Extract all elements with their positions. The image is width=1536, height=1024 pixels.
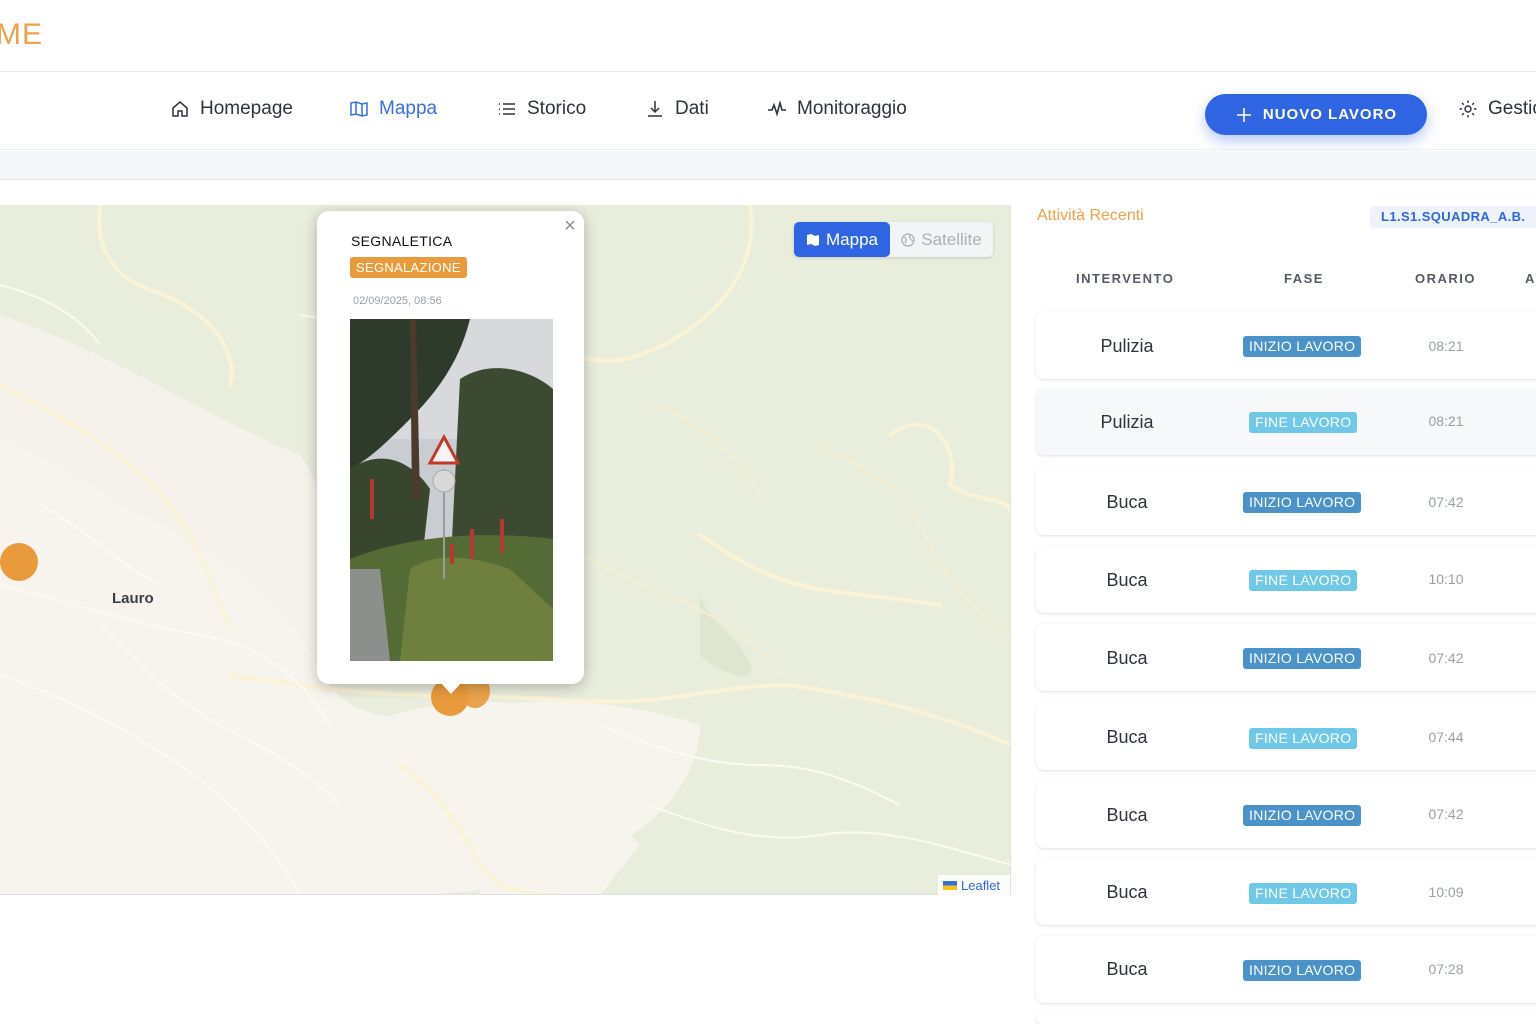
row-time: 08:21 <box>1428 338 1464 354</box>
row-intervento: Pulizia <box>1100 336 1154 356</box>
row-time: 07:42 <box>1428 806 1464 822</box>
nav-item-homepage[interactable]: Homepage <box>170 98 293 120</box>
row-time: 07:42 <box>1428 650 1464 666</box>
row-intervento: Pulizia <box>1100 412 1154 432</box>
map-marker[interactable] <box>0 543 38 581</box>
gear-icon <box>1459 100 1477 118</box>
new-job-label: NUOVO LAVORO <box>1262 106 1398 123</box>
phase-badge: FINE LAVORO <box>1249 570 1358 591</box>
recent-activity-title: Attività Recenti <box>1037 207 1144 224</box>
nav-label: Monitoraggio <box>797 98 907 119</box>
phase-badge: INIZIO LAVORO <box>1243 336 1362 357</box>
top-bar: ME <box>0 0 1536 72</box>
row-time: 10:10 <box>1428 571 1464 587</box>
nav-label: Homepage <box>200 98 293 119</box>
row-intervento: Buca <box>1106 727 1148 747</box>
app-logo[interactable]: ME <box>0 18 43 52</box>
row-intervento: Buca <box>1106 882 1148 902</box>
row-intervento: Buca <box>1106 570 1148 590</box>
nav-label: Storico <box>527 98 587 119</box>
column-header-intervento[interactable]: INTERVENTO <box>1076 271 1174 286</box>
sub-bar <box>0 151 1536 180</box>
team-badge[interactable]: L1.S1.SQUADRA_A.B. <box>1370 206 1536 228</box>
satellite-mode-label: Satellite <box>921 229 982 249</box>
column-header-orario[interactable]: ORARIO <box>1415 271 1476 286</box>
download-icon <box>648 101 662 117</box>
settings-label: Gestic <box>1488 98 1536 119</box>
nav-item-mappa[interactable]: Mappa <box>349 98 437 120</box>
column-header-fase[interactable]: FASE <box>1284 271 1324 286</box>
satellite-mode-button[interactable]: Satellite <box>890 222 993 257</box>
map-mode-label: Mappa <box>826 229 878 249</box>
row-intervento: Buca <box>1106 492 1148 512</box>
row-time: 08:21 <box>1428 413 1464 429</box>
map-attribution[interactable]: Leaflet <box>938 875 1010 895</box>
plus-icon <box>1236 107 1251 122</box>
phase-badge: FINE LAVORO <box>1249 883 1358 904</box>
nav-item-dati[interactable]: Dati <box>645 98 709 120</box>
row-intervento: Buca <box>1106 805 1148 825</box>
popup-status-badge: SEGNALAZIONE <box>350 257 467 278</box>
phase-badge: INIZIO LAVORO <box>1243 960 1362 981</box>
row-time: 07:28 <box>1428 961 1464 977</box>
map-icon <box>350 101 368 117</box>
list-icon <box>499 103 515 115</box>
nav-item-settings[interactable]: Gestic <box>1458 98 1536 120</box>
phase-badge: FINE LAVORO <box>1249 728 1358 749</box>
flag-icon <box>943 880 957 890</box>
map-place-label: Lauro <box>112 590 154 607</box>
globe-icon <box>901 232 915 247</box>
nav-item-storico[interactable]: Storico <box>497 98 586 120</box>
row-time: 07:44 <box>1428 729 1464 745</box>
row-time: 10:09 <box>1428 884 1464 900</box>
phase-badge: INIZIO LAVORO <box>1243 805 1362 826</box>
popup-close-button[interactable]: × <box>562 216 578 236</box>
attribution-link[interactable]: Leaflet <box>961 878 1000 893</box>
map-type-toggle: Mappa Satellite <box>794 222 993 257</box>
nav-label: Mappa <box>379 98 438 119</box>
nav-item-monitoraggio[interactable]: Monitoraggio <box>767 98 907 120</box>
map-icon <box>807 233 819 246</box>
nav-label: Dati <box>675 98 709 119</box>
report-photo[interactable] <box>350 319 553 661</box>
table-row[interactable] <box>1036 1014 1536 1024</box>
row-time: 07:42 <box>1428 494 1464 510</box>
new-job-button[interactable]: NUOVO LAVORO <box>1205 94 1427 135</box>
popup-date: 02/09/2025, 08:56 <box>353 295 442 307</box>
row-intervento: Buca <box>1106 648 1148 668</box>
pulse-icon <box>768 100 786 117</box>
popup-title: SEGNALETICA <box>351 233 453 249</box>
phase-badge: INIZIO LAVORO <box>1243 648 1362 669</box>
phase-badge: INIZIO LAVORO <box>1243 492 1362 513</box>
popup-tip <box>440 682 462 694</box>
phase-badge: FINE LAVORO <box>1249 412 1358 433</box>
column-header-extra[interactable]: A <box>1525 271 1536 286</box>
map-mode-button[interactable]: Mappa <box>794 222 890 257</box>
row-intervento: Buca <box>1106 959 1148 979</box>
home-icon <box>172 101 188 117</box>
